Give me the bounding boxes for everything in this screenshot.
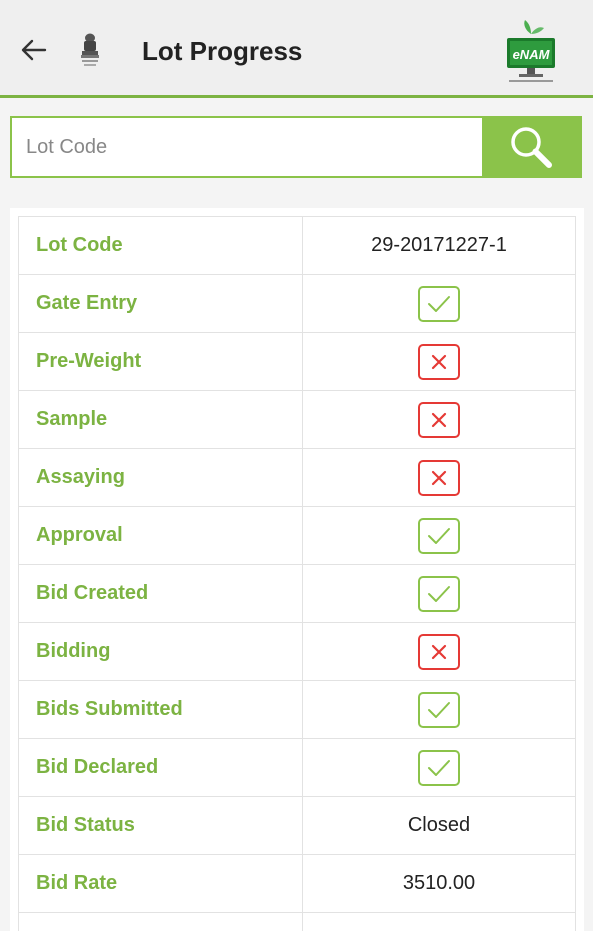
check-icon xyxy=(418,749,460,786)
progress-row: Sample xyxy=(18,390,576,449)
progress-row-label: Gate Entry xyxy=(18,274,303,333)
progress-row-label: Lot Code xyxy=(18,216,303,275)
lot-code-search-input[interactable] xyxy=(12,118,482,176)
progress-row-value: 3510.00 xyxy=(302,854,576,913)
progress-row: Gate Entry xyxy=(18,274,576,333)
progress-row-label: Bidding xyxy=(18,622,303,681)
progress-row-status xyxy=(302,332,576,391)
progress-row-status xyxy=(302,738,576,797)
progress-row-label: Bid Rate xyxy=(18,854,303,913)
progress-row: Bid Rate 3510.00 xyxy=(18,854,576,913)
progress-row-value: Closed xyxy=(302,796,576,855)
back-button[interactable] xyxy=(14,30,54,70)
cross-icon xyxy=(418,459,460,496)
page-title: Lot Progress xyxy=(142,36,303,66)
progress-row-label xyxy=(18,912,303,931)
progress-row: Bid Declared xyxy=(18,738,576,797)
progress-row: Approval xyxy=(18,506,576,565)
check-icon xyxy=(418,691,460,728)
progress-row-status xyxy=(302,274,576,333)
progress-row-label: Sample xyxy=(18,390,303,449)
cross-icon xyxy=(418,343,460,380)
search-bar xyxy=(10,116,582,178)
cross-icon xyxy=(418,401,460,438)
svg-text:eNAM: eNAM xyxy=(513,47,551,62)
arrow-left-icon xyxy=(21,39,47,61)
progress-row: Bid Created xyxy=(18,564,576,623)
check-icon xyxy=(418,575,460,612)
progress-row: Bidding xyxy=(18,622,576,681)
progress-row: Lot Code 29-20171227-1 xyxy=(18,216,576,275)
progress-row-label: Assaying xyxy=(18,448,303,507)
progress-row-status xyxy=(302,390,576,449)
progress-row-label: Bid Status xyxy=(18,796,303,855)
national-emblem-icon xyxy=(81,33,99,66)
progress-row-status xyxy=(302,506,576,565)
progress-row-status xyxy=(302,622,576,681)
progress-row: Bid Status Closed xyxy=(18,796,576,855)
progress-row-status xyxy=(302,680,576,739)
progress-row-status xyxy=(302,448,576,507)
progress-row-label: Bid Created xyxy=(18,564,303,623)
check-icon xyxy=(418,517,460,554)
app-bar: Lot Progress eNAM xyxy=(0,0,593,98)
cross-icon xyxy=(418,633,460,670)
search-button[interactable] xyxy=(482,116,580,178)
progress-row-label: Bid Declared xyxy=(18,738,303,797)
progress-row-label: Pre-Weight xyxy=(18,332,303,391)
check-icon xyxy=(418,285,460,322)
progress-row-value: 29-20171227-1 xyxy=(302,216,576,275)
search-icon xyxy=(511,127,552,168)
progress-row-partial xyxy=(18,912,576,931)
enam-logo: eNAM xyxy=(507,20,555,82)
progress-row: Assaying xyxy=(18,448,576,507)
progress-row: Bids Submitted xyxy=(18,680,576,739)
progress-row-status xyxy=(302,564,576,623)
lot-progress-table: Lot Code 29-20171227-1 Gate Entry Pre-Weigh… xyxy=(18,216,576,931)
progress-row: Pre-Weight xyxy=(18,332,576,391)
progress-row-label: Approval xyxy=(18,506,303,565)
progress-row-status xyxy=(302,912,576,931)
lot-progress-card: Lot Code 29-20171227-1 Gate Entry Pre-Weigh… xyxy=(10,208,584,931)
progress-row-label: Bids Submitted xyxy=(18,680,303,739)
